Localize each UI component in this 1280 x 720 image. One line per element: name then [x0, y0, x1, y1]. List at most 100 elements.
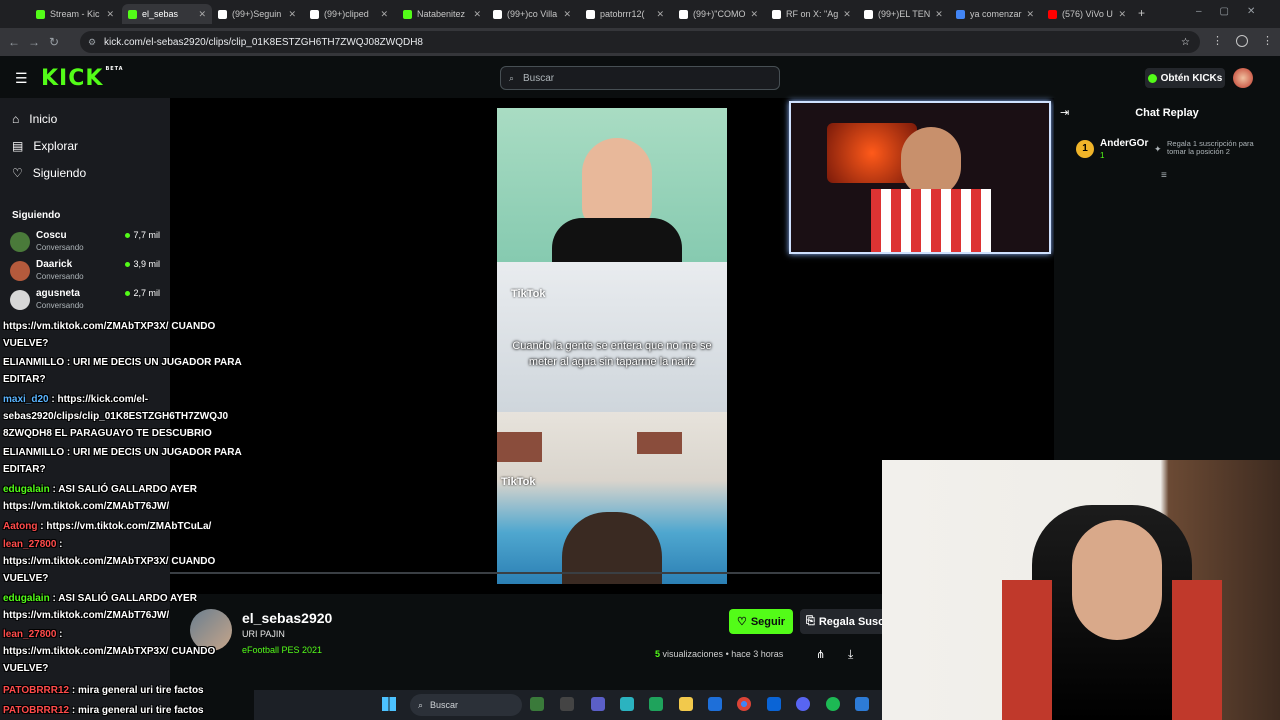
sidebar-item-explorar[interactable]: ▤ Explorar: [12, 139, 78, 153]
browser-tab[interactable]: (99+)"COMO ✕: [673, 4, 763, 24]
reload-icon[interactable]: ↻: [44, 35, 64, 49]
user-avatar[interactable]: [1233, 68, 1253, 88]
hamburger-icon[interactable]: ☰: [15, 70, 28, 87]
outlook-icon[interactable]: [767, 697, 781, 711]
chat-username: Aatong: [3, 521, 38, 532]
back-icon[interactable]: ←: [4, 35, 24, 49]
compass-icon: ▤: [12, 139, 24, 153]
kicks-coin-icon: [1147, 73, 1157, 83]
close-tab-icon[interactable]: ✕: [288, 9, 296, 20]
expand-gifters-icon[interactable]: ≡: [1161, 170, 1167, 181]
browser-tab[interactable]: Stream - Kic ✕: [30, 4, 120, 24]
close-tab-icon[interactable]: ✕: [656, 9, 664, 20]
tab-label: ya comenzar: [970, 9, 1022, 19]
following-channel[interactable]: agusneta Conversando 2,7 mil: [10, 288, 160, 316]
window-controls[interactable]: –▢✕: [1196, 6, 1273, 17]
close-tab-icon[interactable]: ✕: [935, 9, 943, 20]
close-tab-icon[interactable]: ✕: [473, 9, 481, 20]
teams-icon[interactable]: [591, 697, 605, 711]
tab-favicon-icon: [679, 9, 688, 19]
chrome-icon[interactable]: [737, 697, 751, 711]
browser-tab[interactable]: patobrrr12( ✕: [580, 4, 670, 24]
tab-label: RF on X: "Ag: [786, 9, 839, 19]
download-icon[interactable]: ⤓: [848, 647, 853, 662]
browser-tab[interactable]: el_sebas ✕: [122, 4, 212, 24]
close-tab-icon[interactable]: ✕: [1027, 9, 1035, 20]
close-tab-icon[interactable]: ✕: [1118, 9, 1126, 20]
windows-start-icon[interactable]: [382, 697, 396, 711]
url-field[interactable]: ⚙ kick.com/el-sebas2920/clips/clip_01K8E…: [80, 31, 1200, 53]
close-tab-icon[interactable]: ✕: [563, 9, 571, 20]
taskbar-search-icon: ⌕: [418, 699, 424, 710]
folder-icon[interactable]: [679, 697, 693, 711]
tab-label: patobrrr12(: [600, 9, 645, 19]
copilot-icon[interactable]: [620, 697, 634, 711]
kick-logo[interactable]: KICK BETA: [41, 66, 124, 91]
chat-message: PATOBRRR12 : mira general uri tire facto…: [3, 702, 204, 719]
taskbar-search[interactable]: ⌕ Buscar: [410, 694, 522, 716]
taskbar-app-icon[interactable]: [855, 697, 869, 711]
gift-subs-button[interactable]: ⎘ Regala Susc: [800, 609, 882, 634]
browser-tab[interactable]: (99+)EL TEN ✕: [858, 4, 948, 24]
follow-button[interactable]: ♡ Seguir: [729, 609, 793, 634]
new-tab-button[interactable]: +: [1138, 6, 1145, 20]
sidebar-item-label: Explorar: [33, 139, 79, 153]
site-info-icon[interactable]: ⚙: [88, 37, 96, 48]
edge-icon[interactable]: [649, 697, 663, 711]
browser-tab[interactable]: (576) ViVo U ✕: [1042, 4, 1132, 24]
sidebar-item-inicio[interactable]: ⌂ Inicio: [12, 112, 57, 126]
tab-favicon-icon: [493, 9, 502, 19]
bookmark-star-icon[interactable]: ☆: [1181, 37, 1190, 48]
forward-icon[interactable]: →: [24, 35, 44, 49]
heart-icon: ♡: [736, 616, 747, 628]
browser-tab[interactable]: Natabenitez ✕: [397, 4, 487, 24]
browser-tab[interactable]: (99+)cliped ✕: [304, 4, 394, 24]
following-channel[interactable]: Coscu Conversando 7,7 mil: [10, 230, 160, 258]
following-channel[interactable]: Daarick Conversando 3,9 mil: [10, 259, 160, 287]
close-tab-icon[interactable]: ✕: [843, 9, 851, 20]
menu-icon[interactable]: ⋮: [1262, 34, 1273, 47]
browser-tab[interactable]: RF on X: "Ag ✕: [766, 4, 856, 24]
taskbar-app-icon[interactable]: [530, 697, 544, 711]
get-kicks-button[interactable]: Obtén KICKs: [1145, 68, 1225, 88]
tab-label: (99+)"COMO: [693, 9, 746, 19]
extensions-icon[interactable]: ⋮: [1212, 34, 1223, 47]
sidebar-item-siguiendo[interactable]: ♡ Siguiendo: [12, 166, 86, 180]
close-tab-icon[interactable]: ✕: [750, 9, 758, 20]
sidebar-item-label: Inicio: [29, 112, 58, 126]
top-gifter-card[interactable]: 1 AnderGOr 1 ✦ Regala 1 suscripción para…: [1076, 138, 1266, 168]
tab-label: (99+)EL TEN: [878, 9, 931, 19]
gift-icon: ⎘: [806, 615, 815, 627]
chat-message: PATOBRRR12 : mira general uri tire facto…: [3, 682, 204, 699]
browser-tab[interactable]: ya comenzar ✕: [950, 4, 1040, 24]
clip-time-ago: • hace 3 horas: [725, 649, 784, 659]
store-icon[interactable]: [708, 697, 722, 711]
close-tab-icon[interactable]: ✕: [198, 9, 206, 20]
gift-promo-text: Regala 1 suscripción para tomar la posic…: [1167, 139, 1254, 156]
search-input[interactable]: ⌕ Buscar: [500, 66, 780, 90]
search-placeholder: Buscar: [523, 72, 555, 84]
clip-video[interactable]: TikTok TikTok Cuando la gente se entera …: [497, 108, 727, 584]
taskbar-app-icon[interactable]: [560, 697, 574, 711]
tab-favicon-icon: [586, 9, 595, 19]
share-icon[interactable]: ⋔: [816, 648, 825, 661]
close-tab-icon[interactable]: ✕: [106, 9, 114, 20]
chat-message: ELIANMILLO : URI ME DECIS UN JUGADOR PAR…: [3, 444, 242, 478]
discord-icon[interactable]: [796, 697, 810, 711]
tab-favicon-icon: [128, 9, 137, 19]
tab-favicon-icon: [310, 9, 319, 19]
chat-username: edugalain: [3, 484, 50, 495]
chat-username: maxi_d20: [3, 394, 49, 405]
browser-tab[interactable]: (99+)co Villa ✕: [487, 4, 577, 24]
chat-replay-title: Chat Replay: [1135, 107, 1199, 119]
gifter-name: AnderGOr: [1100, 138, 1149, 149]
profile-icon[interactable]: [1236, 35, 1248, 47]
tab-favicon-icon: [1048, 9, 1057, 19]
browser-tab[interactable]: (99+)Seguin ✕: [212, 4, 302, 24]
streamer-webcam-overlay: [789, 101, 1051, 254]
spotify-icon[interactable]: [826, 697, 840, 711]
chat-message: maxi_d20 : https://kick.com/el- sebas292…: [3, 391, 228, 442]
chat-username: ELIANMILLO: [3, 447, 65, 458]
close-tab-icon[interactable]: ✕: [380, 9, 388, 20]
video-progress-bar[interactable]: [170, 572, 880, 574]
